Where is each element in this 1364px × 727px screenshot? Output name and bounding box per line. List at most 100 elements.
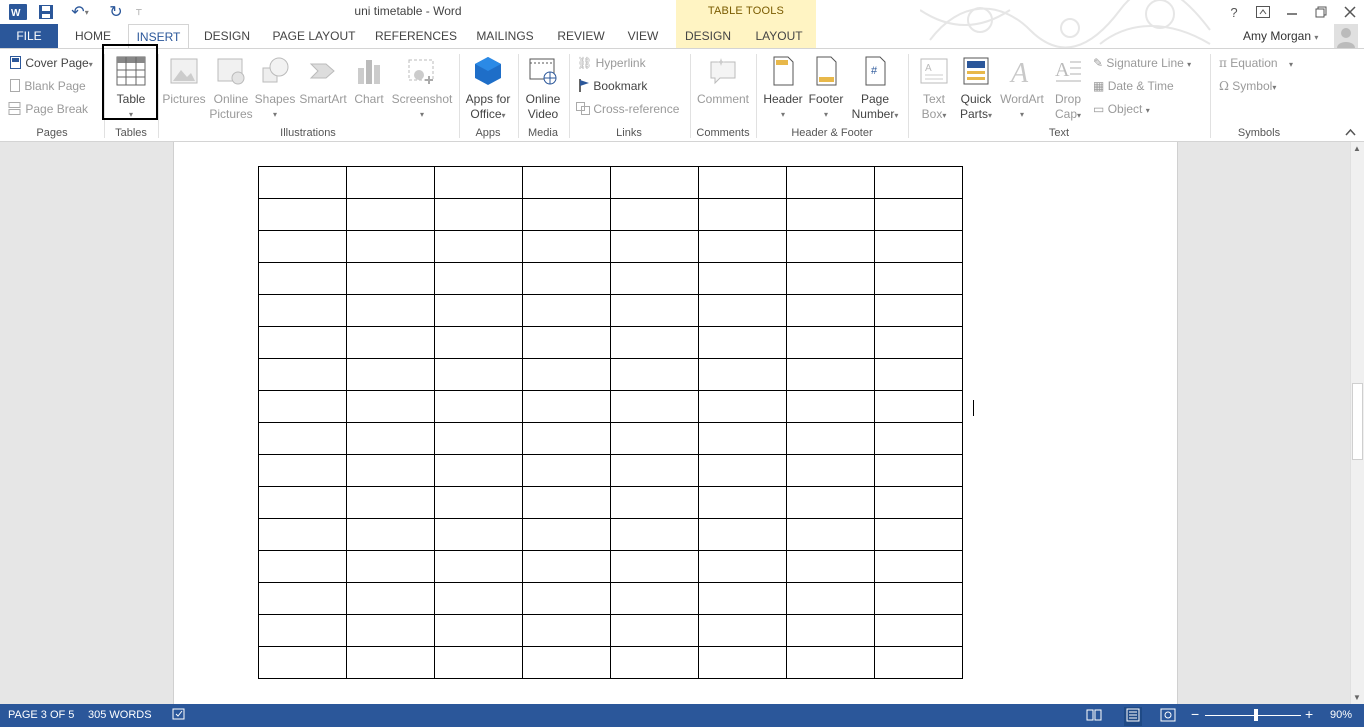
table-cell[interactable] [522, 326, 611, 359]
table-cell[interactable] [346, 166, 435, 199]
table-cell[interactable] [698, 198, 787, 231]
pictures-button[interactable]: Pictures [162, 56, 206, 107]
table-cell[interactable] [346, 422, 435, 455]
table-cell[interactable] [346, 390, 435, 423]
table-cell[interactable] [874, 422, 963, 455]
table-cell[interactable] [610, 454, 699, 487]
table-cell[interactable] [786, 582, 875, 615]
table-cell[interactable] [258, 262, 347, 295]
table-cell[interactable] [434, 518, 523, 551]
table-cell[interactable] [522, 422, 611, 455]
table-cell[interactable] [874, 198, 963, 231]
proofing-icon[interactable] [172, 707, 186, 724]
table-cell[interactable] [258, 550, 347, 583]
table-cell[interactable] [346, 358, 435, 391]
table-cell[interactable] [874, 582, 963, 615]
table-cell[interactable] [874, 550, 963, 583]
object-button[interactable]: ▭ Object ▾ [1093, 102, 1150, 116]
table-cell[interactable] [346, 294, 435, 327]
tab-table-design[interactable]: DESIGN [680, 24, 736, 48]
table-cell[interactable] [610, 390, 699, 423]
tab-review[interactable]: REVIEW [551, 24, 611, 48]
table-cell[interactable] [698, 550, 787, 583]
read-mode-icon[interactable] [1086, 708, 1102, 725]
table-cell[interactable] [522, 358, 611, 391]
header-button[interactable]: Header ▾ [760, 56, 806, 122]
table-cell[interactable] [522, 646, 611, 679]
table-cell[interactable] [434, 582, 523, 615]
cross-reference-button[interactable]: Cross-reference [576, 102, 679, 116]
table-cell[interactable] [610, 582, 699, 615]
table-cell[interactable] [522, 390, 611, 423]
online-video-button[interactable]: Online Video [520, 56, 566, 122]
apps-for-office-button[interactable]: Apps for Office▾ [462, 56, 514, 123]
scrollbar-thumb[interactable] [1352, 383, 1363, 460]
table-cell[interactable] [522, 486, 611, 519]
table-cell[interactable] [874, 646, 963, 679]
collapse-ribbon-button[interactable] [1345, 125, 1356, 139]
table-cell[interactable] [786, 358, 875, 391]
table-cell[interactable] [434, 358, 523, 391]
table-cell[interactable] [434, 166, 523, 199]
tab-page-layout[interactable]: PAGE LAYOUT [266, 24, 362, 48]
table-cell[interactable] [434, 262, 523, 295]
tab-references[interactable]: REFERENCES [372, 24, 460, 48]
web-layout-icon[interactable] [1160, 708, 1176, 725]
table-cell[interactable] [434, 646, 523, 679]
zoom-out-button[interactable]: − [1191, 706, 1199, 722]
table-cell[interactable] [522, 518, 611, 551]
restore-button[interactable] [1310, 2, 1332, 22]
table-cell[interactable] [258, 294, 347, 327]
table-cell[interactable] [258, 454, 347, 487]
table-cell[interactable] [434, 230, 523, 263]
table-cell[interactable] [346, 646, 435, 679]
table-cell[interactable] [522, 454, 611, 487]
table-cell[interactable] [786, 646, 875, 679]
zoom-in-button[interactable]: + [1305, 706, 1313, 722]
table-cell[interactable] [698, 326, 787, 359]
table-cell[interactable] [698, 166, 787, 199]
table-cell[interactable] [698, 582, 787, 615]
table-cell[interactable] [522, 198, 611, 231]
table-cell[interactable] [522, 550, 611, 583]
table-cell[interactable] [258, 358, 347, 391]
signature-line-button[interactable]: ✎ Signature Line ▾ [1093, 56, 1191, 70]
table-cell[interactable] [346, 582, 435, 615]
table-cell[interactable] [610, 518, 699, 551]
table-cell[interactable] [786, 230, 875, 263]
table-cell[interactable] [522, 582, 611, 615]
table-cell[interactable] [346, 262, 435, 295]
zoom-slider-thumb[interactable] [1253, 709, 1258, 721]
equation-button[interactable]: π Equation ▾ [1219, 56, 1293, 70]
table-cell[interactable] [258, 646, 347, 679]
smartart-button[interactable]: SmartArt [297, 56, 349, 107]
table-cell[interactable] [786, 518, 875, 551]
page-break-button[interactable]: Page Break [8, 102, 88, 116]
table-cell[interactable] [874, 262, 963, 295]
table-cell[interactable] [258, 166, 347, 199]
table-cell[interactable] [786, 614, 875, 647]
table-cell[interactable] [522, 230, 611, 263]
hyperlink-button[interactable]: ⛓ Hyperlink [577, 56, 646, 70]
table-cell[interactable] [258, 230, 347, 263]
table-cell[interactable] [786, 486, 875, 519]
table-cell[interactable] [610, 422, 699, 455]
table-cell[interactable] [610, 294, 699, 327]
table-cell[interactable] [610, 198, 699, 231]
table-cell[interactable] [258, 518, 347, 551]
table-cell[interactable] [786, 422, 875, 455]
table-cell[interactable] [698, 486, 787, 519]
table-cell[interactable] [434, 326, 523, 359]
vertical-scrollbar[interactable]: ▲ ▼ [1350, 142, 1364, 704]
wordart-button[interactable]: A WordArt ▾ [998, 56, 1046, 122]
cover-page-button[interactable]: Cover Page▾ [10, 56, 93, 70]
screenshot-button[interactable]: Screenshot ▾ [390, 56, 454, 122]
table-cell[interactable] [698, 262, 787, 295]
table-cell[interactable] [610, 486, 699, 519]
tab-table-layout[interactable]: LAYOUT [748, 24, 810, 48]
page-number-button[interactable]: # Page Number▾ [846, 56, 904, 123]
table-cell[interactable] [258, 326, 347, 359]
table-cell[interactable] [522, 166, 611, 199]
help-button[interactable]: ? [1223, 2, 1245, 22]
table-cell[interactable] [346, 326, 435, 359]
